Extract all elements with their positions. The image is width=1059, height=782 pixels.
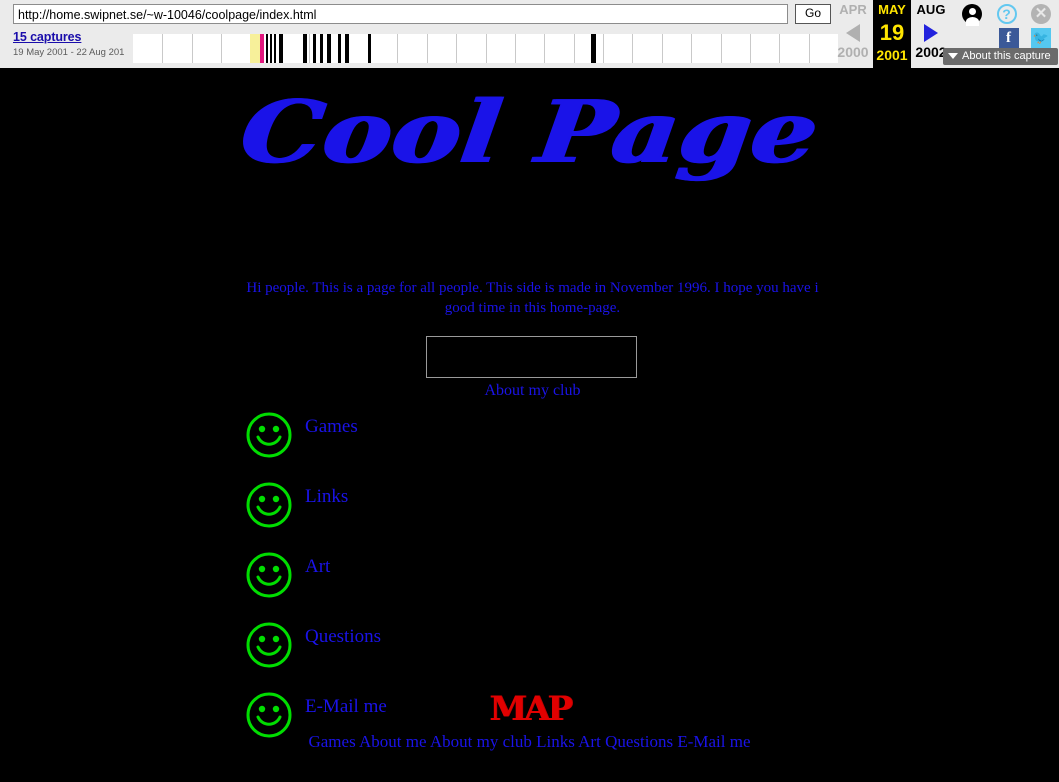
smiley-face-icon[interactable] bbox=[245, 411, 293, 459]
timeline-capture-tick[interactable] bbox=[260, 34, 264, 63]
bottom-nav-link[interactable]: About me bbox=[359, 732, 427, 751]
timeline-month-separator bbox=[162, 34, 163, 63]
timeline-month-separator bbox=[632, 34, 633, 63]
captures-count-link[interactable]: 15 captures bbox=[13, 30, 131, 44]
club-image-placeholder[interactable] bbox=[426, 336, 637, 378]
menu-item[interactable]: Questions bbox=[245, 621, 845, 691]
social-icon-group: f 🐦 bbox=[991, 28, 1051, 48]
intro-paragraph: Hi people. This is a page for all people… bbox=[246, 280, 819, 316]
current-capture-column[interactable]: MAY 19 2001 bbox=[873, 0, 911, 68]
timeline-month-separator bbox=[309, 34, 310, 63]
timeline-month-separator bbox=[486, 34, 487, 63]
about-this-capture-button[interactable]: About this capture bbox=[943, 48, 1058, 65]
url-input[interactable]: http://home.swipnet.se/~w-10046/coolpage… bbox=[13, 4, 788, 24]
timeline-capture-tick[interactable] bbox=[250, 34, 260, 63]
help-icon[interactable]: ? bbox=[996, 4, 1017, 24]
timeline-month-separator bbox=[662, 34, 663, 63]
chevron-down-icon bbox=[948, 53, 958, 60]
next-arrow-icon[interactable] bbox=[924, 24, 938, 42]
bottom-nav-link[interactable]: E-Mail me bbox=[677, 732, 750, 751]
timeline-month-separator bbox=[691, 34, 692, 63]
prev-arrow-icon[interactable] bbox=[846, 24, 860, 42]
user-account-icon[interactable] bbox=[962, 4, 983, 26]
bottom-navigation: Games About me About my club Links Art Q… bbox=[0, 732, 1059, 752]
timeline-month-separator bbox=[221, 34, 222, 63]
timeline-capture-tick[interactable] bbox=[320, 34, 323, 63]
green-divider-bottom bbox=[245, 318, 820, 334]
timeline-month-separator bbox=[427, 34, 428, 63]
capture-timeline[interactable] bbox=[133, 30, 838, 63]
prev-year-label: 2000 bbox=[837, 44, 869, 60]
timeline-capture-tick[interactable] bbox=[270, 34, 272, 63]
timeline-capture-tick[interactable] bbox=[274, 34, 276, 63]
timeline-month-separator bbox=[750, 34, 751, 63]
prev-month-label: APR bbox=[839, 2, 867, 17]
captures-info: 15 captures 19 May 2001 - 22 Aug 201 bbox=[13, 30, 131, 58]
timeline-month-separator bbox=[809, 34, 810, 63]
timeline-track[interactable] bbox=[133, 34, 838, 63]
close-icon[interactable]: ✕ bbox=[1031, 4, 1051, 24]
go-button[interactable]: Go bbox=[795, 4, 831, 24]
timeline-month-separator bbox=[192, 34, 193, 63]
screenshot-root: http://home.swipnet.se/~w-10046/coolpage… bbox=[0, 0, 1059, 782]
timeline-month-separator bbox=[574, 34, 575, 63]
timeline-month-separator bbox=[721, 34, 722, 63]
timeline-capture-tick[interactable] bbox=[303, 34, 307, 63]
current-year-label: 2001 bbox=[876, 47, 908, 63]
bottom-nav-link[interactable]: Questions bbox=[605, 732, 673, 751]
wayback-toolbar: http://home.swipnet.se/~w-10046/coolpage… bbox=[0, 0, 1059, 68]
menu-item-label[interactable]: Games bbox=[305, 416, 358, 438]
twitter-share-icon[interactable]: 🐦 bbox=[1031, 28, 1051, 48]
current-day-label: 19 bbox=[879, 20, 905, 45]
timeline-month-separator bbox=[544, 34, 545, 63]
page-title-logo: Cool Page bbox=[235, 82, 824, 183]
captures-date-range: 19 May 2001 - 22 Aug 201 bbox=[13, 47, 125, 58]
map-heading: MAP bbox=[489, 689, 573, 729]
prev-capture-column[interactable]: APR 2000 bbox=[833, 0, 873, 68]
date-selector: APR 2000 MAY 19 2001 AUG 2002 bbox=[833, 0, 951, 68]
smiley-face-icon[interactable] bbox=[245, 481, 293, 529]
bottom-nav-link[interactable]: Links bbox=[536, 732, 575, 751]
bottom-nav-link[interactable]: About my club bbox=[430, 732, 532, 751]
menu-item[interactable]: Games bbox=[245, 411, 845, 481]
smiley-face-icon[interactable] bbox=[245, 621, 293, 669]
smiley-face-icon[interactable] bbox=[245, 551, 293, 599]
timeline-month-separator bbox=[603, 34, 604, 63]
menu-item-label[interactable]: Links bbox=[305, 486, 348, 508]
timeline-capture-tick[interactable] bbox=[313, 34, 316, 63]
archived-page: Cool Page Hi people. This is a page for … bbox=[0, 68, 1059, 782]
bottom-nav-link[interactable]: Art bbox=[578, 732, 601, 751]
next-month-label: AUG bbox=[916, 2, 946, 17]
about-my-club-link[interactable]: About my club bbox=[245, 382, 820, 400]
timeline-capture-tick[interactable] bbox=[591, 34, 596, 63]
timeline-capture-tick[interactable] bbox=[338, 34, 341, 63]
timeline-month-separator bbox=[397, 34, 398, 63]
timeline-month-separator bbox=[515, 34, 516, 63]
timeline-month-separator bbox=[779, 34, 780, 63]
menu-item[interactable]: Art bbox=[245, 551, 845, 621]
facebook-share-icon[interactable]: f bbox=[998, 28, 1019, 48]
toolbar-icon-group: ? ✕ bbox=[952, 4, 1051, 26]
menu-item[interactable]: Links bbox=[245, 481, 845, 551]
green-divider-top bbox=[245, 254, 820, 270]
bottom-nav-link[interactable]: Games bbox=[308, 732, 355, 751]
about-this-capture-label: About this capture bbox=[962, 50, 1051, 62]
timeline-capture-tick[interactable] bbox=[327, 34, 331, 63]
timeline-month-separator bbox=[456, 34, 457, 63]
timeline-capture-tick[interactable] bbox=[345, 34, 349, 63]
menu-item-label[interactable]: Questions bbox=[305, 626, 381, 648]
timeline-capture-tick[interactable] bbox=[368, 34, 371, 63]
timeline-capture-tick[interactable] bbox=[279, 34, 283, 63]
timeline-capture-tick[interactable] bbox=[266, 34, 268, 63]
menu-item-label[interactable]: Art bbox=[305, 556, 330, 578]
current-month-label: MAY bbox=[878, 2, 906, 17]
